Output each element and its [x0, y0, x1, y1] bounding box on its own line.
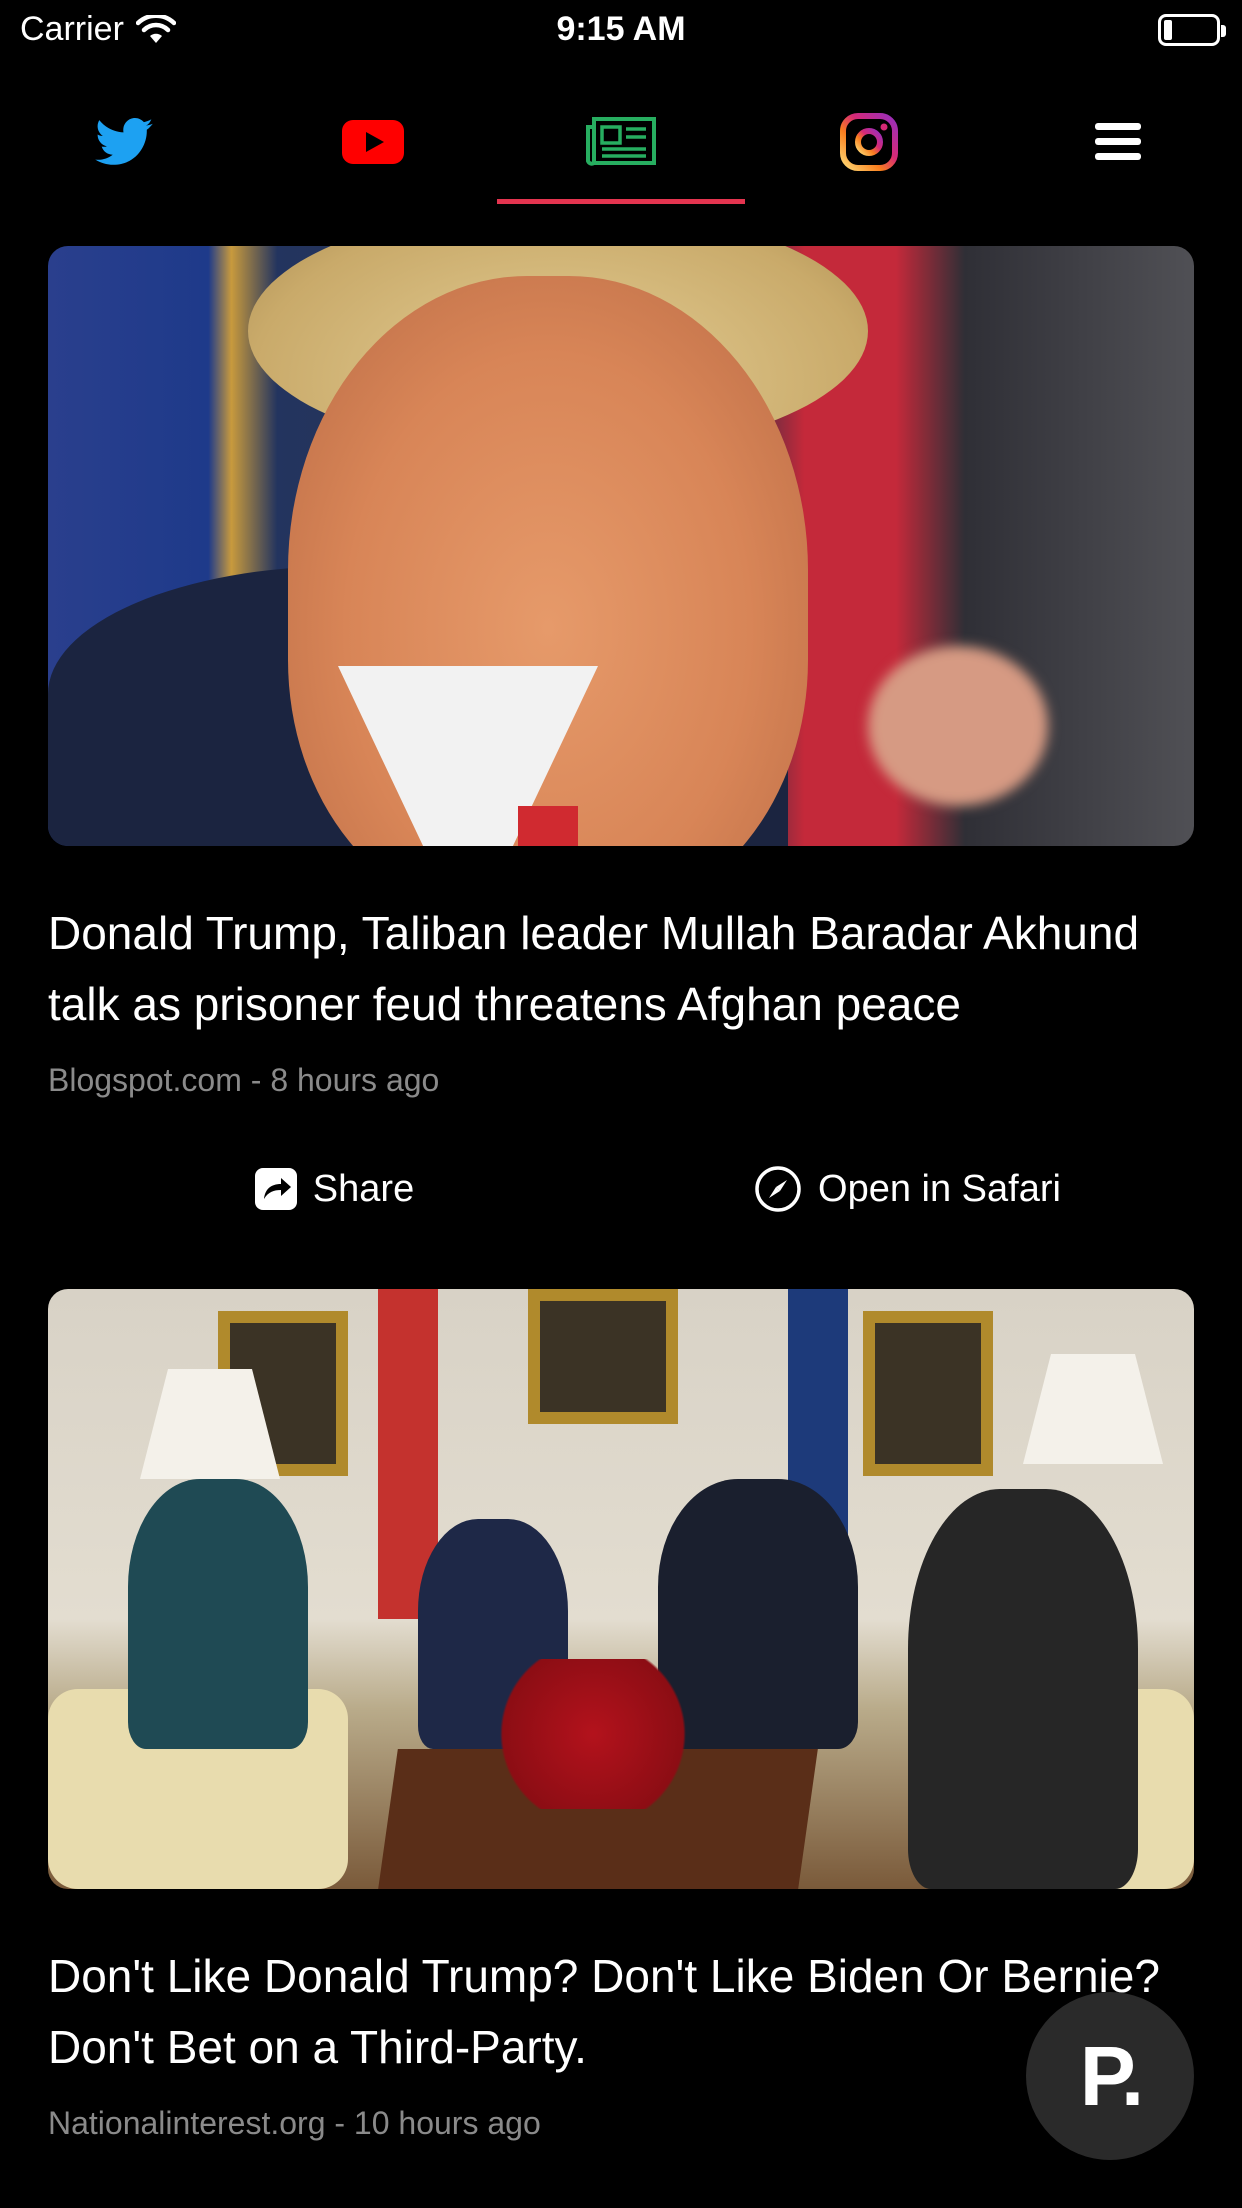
tab-youtube[interactable]	[248, 80, 496, 204]
battery-icon	[1158, 14, 1226, 46]
share-icon	[254, 1168, 297, 1210]
menu-icon	[1094, 123, 1141, 160]
tab-instagram[interactable]	[745, 80, 993, 204]
compass-icon	[755, 1166, 801, 1212]
tab-news[interactable]	[496, 80, 746, 204]
status-bar: Carrier 9:15 AM	[0, 0, 1242, 64]
article-image[interactable]	[48, 246, 1194, 846]
article-source-time: Blogspot.com - 8 hours ago	[48, 1062, 440, 1098]
clock: 9:15 AM	[556, 10, 686, 48]
news-icon	[586, 117, 657, 166]
open-in-safari-label: Open in Safari	[818, 1167, 1061, 1210]
article-actions: Share Open in Safari	[48, 1129, 1194, 1249]
fab-logo-label: P.	[1079, 2028, 1145, 2123]
article-headline[interactable]: Don't Like Donald Trump? Don't Like Bide…	[48, 1941, 1194, 2083]
instagram-icon	[840, 113, 899, 171]
twitter-icon	[95, 118, 154, 165]
share-button[interactable]: Share	[48, 1168, 621, 1211]
source-tab-bar	[0, 80, 1242, 204]
news-feed: Donald Trump, Taliban leader Mullah Bara…	[48, 246, 1194, 2142]
share-label: Share	[312, 1167, 415, 1210]
article-card: Donald Trump, Taliban leader Mullah Bara…	[48, 246, 1194, 1249]
open-in-safari-button[interactable]: Open in Safari	[621, 1165, 1194, 1213]
article-image[interactable]	[48, 1289, 1194, 1889]
tab-menu[interactable]	[994, 80, 1242, 204]
youtube-icon	[341, 120, 404, 164]
article-headline[interactable]: Donald Trump, Taliban leader Mullah Bara…	[48, 898, 1194, 1040]
floating-action-button[interactable]: P.	[1026, 1992, 1194, 2160]
article-source-time: Nationalinterest.org - 10 hours ago	[48, 2105, 541, 2141]
article-card: Don't Like Donald Trump? Don't Like Bide…	[48, 1289, 1194, 2142]
tab-twitter[interactable]	[0, 80, 248, 204]
